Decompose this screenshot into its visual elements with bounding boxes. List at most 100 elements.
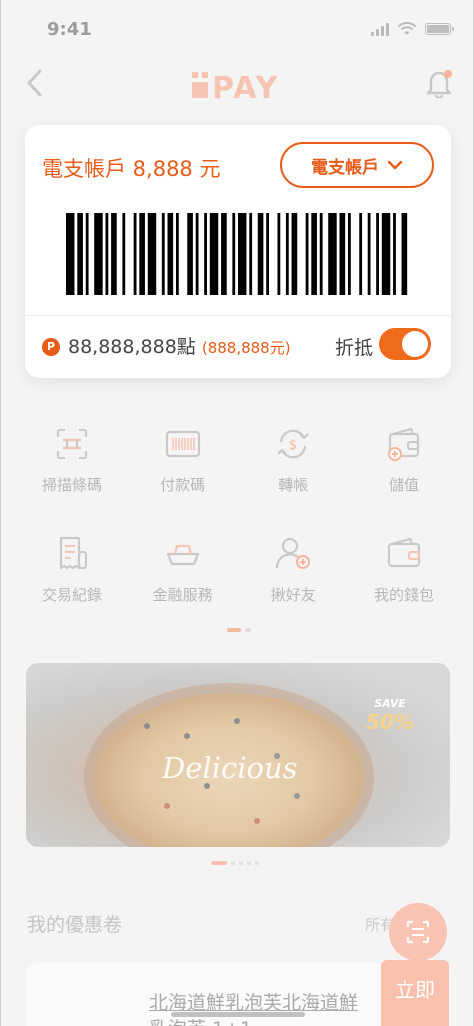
barcode-bar xyxy=(305,213,309,295)
coupons-title: 我的優惠卷 xyxy=(27,914,123,936)
payment-barcode xyxy=(66,213,408,295)
save-badge-top: SAVE xyxy=(374,697,406,710)
action-label: 付款碼 xyxy=(160,476,206,494)
barcode-icon xyxy=(165,430,200,458)
promo-banner[interactable]: Delicious SAVE 50% xyxy=(26,663,450,847)
action-label: 交易紀錄 xyxy=(41,586,102,604)
account-balance: 電支帳戶 8,888 元 xyxy=(42,157,221,181)
action-label: 掃描條碼 xyxy=(41,476,102,494)
barcode-bar xyxy=(277,213,281,295)
scan-icon xyxy=(406,920,430,944)
banner-page-indicator xyxy=(211,861,259,865)
points-badge-icon: P xyxy=(42,338,60,356)
barcode-bar xyxy=(66,213,75,295)
action-top-up[interactable]: 儲值 xyxy=(353,410,455,510)
status-icons xyxy=(371,22,454,36)
wallet-add-icon xyxy=(387,427,420,461)
bell-icon[interactable] xyxy=(425,68,453,98)
barcode-bar xyxy=(381,213,391,295)
barcode-bar xyxy=(249,213,253,295)
signal-icon xyxy=(371,22,389,36)
nav-bar: PAY xyxy=(1,60,473,110)
scan-fab-button[interactable] xyxy=(389,903,447,961)
action-label: 儲值 xyxy=(388,476,419,494)
toggle-knob xyxy=(402,331,428,357)
action-my-wallet[interactable]: 我的錢包 xyxy=(353,520,455,620)
barcode-bar xyxy=(139,213,145,295)
barcode-bar xyxy=(187,213,193,295)
barcode-bar xyxy=(319,213,323,295)
barcode-bar xyxy=(328,213,337,295)
barcode-bar xyxy=(367,213,371,295)
barcode-bar xyxy=(238,213,247,295)
action-payment-code[interactable]: 付款碼 xyxy=(132,410,234,510)
status-time: 9:41 xyxy=(47,19,92,40)
barcode-bar xyxy=(175,213,179,295)
action-scan-barcode[interactable]: 掃描條碼 xyxy=(21,410,123,510)
barcode-bar xyxy=(94,213,103,295)
barcode-bar xyxy=(133,213,137,295)
barcode-bar xyxy=(401,213,408,295)
barcode-bar xyxy=(347,213,351,295)
barcode-bar xyxy=(195,213,199,295)
action-financial-services[interactable]: 金融服務 xyxy=(132,520,234,620)
quick-actions-row: 掃描條碼 付款碼 $ 轉帳 儲值 xyxy=(21,410,455,510)
save-badge: SAVE 50% xyxy=(366,697,414,734)
barcode-bar xyxy=(257,213,264,295)
quick-actions-grid: 掃描條碼 付款碼 $ 轉帳 儲值 交易紀錄 金融服務 揪好友 我的錢包 xyxy=(21,410,455,630)
scan-icon xyxy=(56,428,88,460)
account-select-button[interactable]: 電支帳戶 xyxy=(280,142,434,188)
barcode-bar xyxy=(221,213,227,295)
logo-text: PAY xyxy=(212,71,279,102)
barcode-bar xyxy=(291,213,298,295)
action-label: 轉帳 xyxy=(278,476,309,494)
action-label: 我的錢包 xyxy=(373,586,434,604)
wallet-icon xyxy=(387,537,421,568)
account-select-label: 電支帳戶 xyxy=(311,157,379,178)
barcode-bar xyxy=(105,213,109,295)
offset-toggle[interactable] xyxy=(379,328,431,360)
barcode-bar xyxy=(209,213,219,295)
claim-now-button[interactable]: 立即 xyxy=(381,960,449,1026)
coupon-item-text: 北海道鮮乳泡芙北海道鮮乳泡芙 1+1 xyxy=(149,992,359,1026)
action-transfer[interactable]: $ 轉帳 xyxy=(242,410,344,510)
barcode-bar xyxy=(204,213,207,295)
barcode-bar xyxy=(85,213,89,295)
phone-screen: 9:41 PAY 電支帳戶 8,888 元 電支帳戶 P 88,888,888點… xyxy=(0,0,474,1026)
finance-icon xyxy=(166,544,199,566)
barcode-bar xyxy=(147,213,157,295)
action-label: 揪好友 xyxy=(270,586,316,604)
barcode-bar xyxy=(161,213,165,295)
points-balance: 88,888,888點 (888,888元) xyxy=(68,332,291,359)
banner-headline: Delicious xyxy=(162,751,298,785)
action-invite-friend[interactable]: 揪好友 xyxy=(242,520,344,620)
receipt-icon xyxy=(59,536,87,570)
card-divider xyxy=(25,315,451,316)
account-card: 電支帳戶 8,888 元 電支帳戶 P 88,888,888點 (888,888… xyxy=(25,125,451,378)
svg-text:$: $ xyxy=(289,438,297,453)
points-cash-value: (888,888元) xyxy=(201,339,291,357)
barcode-bar xyxy=(77,213,83,295)
barcode-bar xyxy=(266,213,270,295)
battery-icon xyxy=(425,23,454,35)
barcode-bar xyxy=(285,213,289,295)
quick-actions-row: 交易紀錄 金融服務 揪好友 我的錢包 xyxy=(21,520,455,620)
action-label: 金融服務 xyxy=(152,586,213,604)
barcode-bar xyxy=(359,213,363,295)
barcode-bar xyxy=(111,213,117,295)
chevron-down-icon xyxy=(387,160,403,170)
back-icon[interactable] xyxy=(23,68,47,98)
action-transaction-history[interactable]: 交易紀錄 xyxy=(21,520,123,620)
transfer-icon: $ xyxy=(277,429,310,459)
wifi-icon xyxy=(397,22,417,35)
barcode-bar xyxy=(339,213,346,295)
add-friend-icon xyxy=(276,537,311,569)
logo-icon: PAY xyxy=(192,71,279,106)
barcode-bar xyxy=(376,213,379,295)
actions-page-indicator xyxy=(227,628,251,632)
barcode-bar xyxy=(122,213,126,295)
points-amount: 88,888,888點 xyxy=(68,336,196,358)
barcode-bar xyxy=(232,213,236,295)
home-indicator xyxy=(171,1012,305,1017)
barcode-bar xyxy=(167,213,174,295)
